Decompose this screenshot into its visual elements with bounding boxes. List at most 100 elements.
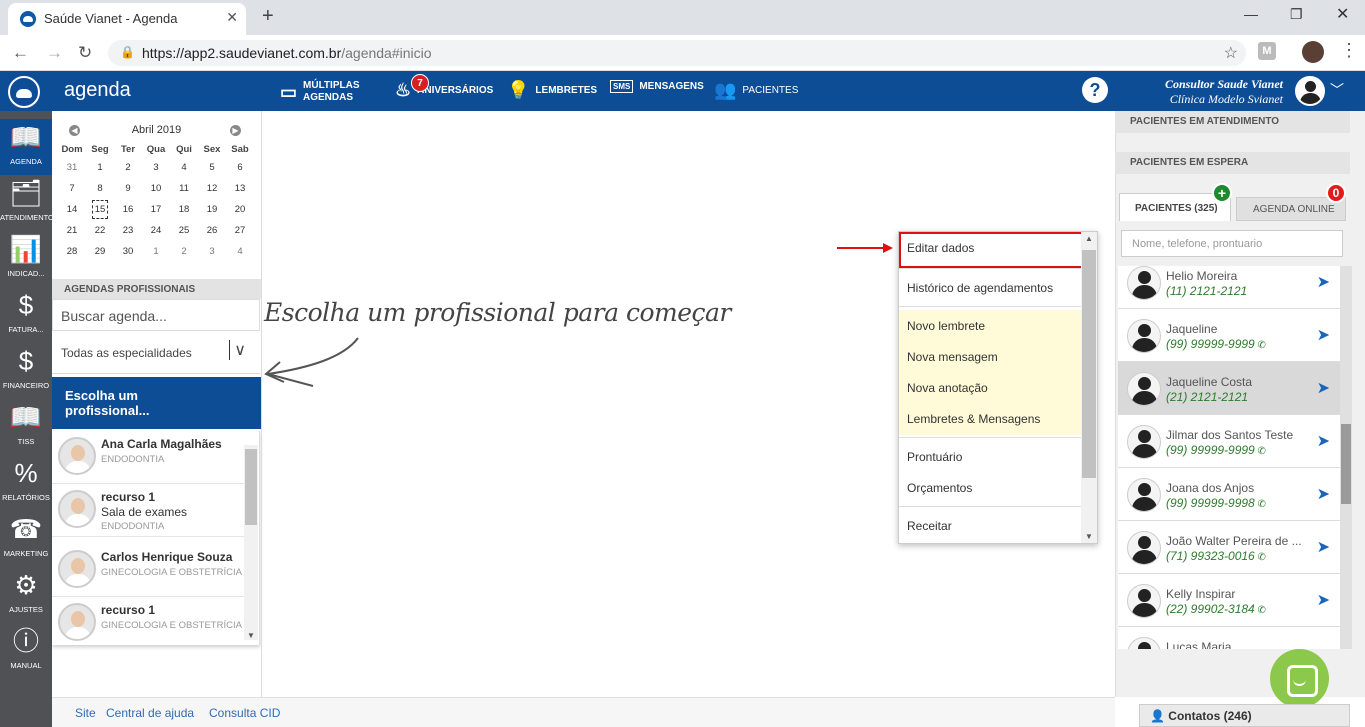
calendar-day[interactable]: 6: [226, 157, 254, 178]
menu-item-lembretes-mensagens[interactable]: Lembretes & Mensagens: [899, 403, 1083, 435]
sidebar-item-tiss[interactable]: 📖 TISS: [0, 399, 52, 455]
scroll-down-icon[interactable]: ▼: [247, 631, 255, 640]
calendar-day[interactable]: 4: [226, 241, 254, 262]
patient-row[interactable]: João Walter Pereira de ... (71) 99323-00…: [1118, 521, 1340, 574]
sidebar-item-relatorios[interactable]: % RELATÓRIOS: [0, 455, 52, 511]
professional-list-scrollbar[interactable]: ▼: [244, 445, 258, 640]
calendar-day[interactable]: 1: [142, 241, 170, 262]
professional-item[interactable]: recurso 1 GINECOLOGIA E OBSTETRÍCIA: [52, 597, 244, 645]
maximize-icon[interactable]: ❐: [1290, 6, 1303, 23]
scroll-up-icon[interactable]: ▲: [1085, 234, 1093, 243]
patient-search-input[interactable]: Nome, telefone, prontuario: [1121, 230, 1343, 257]
new-tab-icon[interactable]: +: [262, 5, 274, 28]
send-icon[interactable]: ➤: [1317, 431, 1330, 451]
nav-mensagens[interactable]: SMS MENSAGENS: [610, 80, 704, 93]
calendar-day[interactable]: 23: [114, 220, 142, 241]
footer-link-cid[interactable]: Consulta CID: [209, 706, 280, 720]
sidebar-item-financeiro[interactable]: $ FINANCEIRO: [0, 343, 52, 399]
menu-item-orcamentos[interactable]: Orçamentos: [899, 472, 1083, 503]
bookmark-star-icon[interactable]: ☆: [1224, 43, 1238, 63]
nav-multiplas-agendas[interactable]: ▭ MÚLTIPLAS AGENDAS: [280, 80, 360, 104]
extension-icon[interactable]: M: [1258, 42, 1276, 60]
send-icon[interactable]: ➤: [1317, 325, 1330, 345]
calendar-day[interactable]: 21: [58, 220, 86, 241]
calendar-day[interactable]: 2: [170, 241, 198, 262]
send-icon[interactable]: ➤: [1317, 484, 1330, 504]
patient-row[interactable]: Jaqueline (99) 99999-9999 ✆ ➤: [1118, 309, 1340, 362]
professional-item[interactable]: recurso 1 Sala de exames ENDODONTIA: [52, 484, 244, 537]
scrollbar-thumb[interactable]: [1082, 250, 1096, 478]
professional-item[interactable]: Ana Carla Magalhães ENDODONTIA: [52, 431, 244, 484]
user-avatar[interactable]: [1295, 76, 1325, 106]
calendar-day[interactable]: 3: [198, 241, 226, 262]
professional-item[interactable]: Carlos Henrique Souza GINECOLOGIA E OBST…: [52, 544, 244, 597]
patient-row[interactable]: Lucas Maria: [1118, 627, 1340, 649]
sidebar-item-faturamento[interactable]: $ FATURA...: [0, 287, 52, 343]
user-chevron-down-icon[interactable]: ﹀: [1330, 80, 1344, 100]
specialty-select[interactable]: Todas as especialidades ∨: [52, 332, 260, 374]
nav-aniversarios[interactable]: ♨ ANIVERSÁRIOS: [395, 80, 493, 101]
calendar-day[interactable]: 8: [86, 178, 114, 199]
patient-list-scrollbar[interactable]: [1340, 266, 1352, 649]
calendar-day[interactable]: 14: [58, 199, 86, 220]
contacts-bar[interactable]: 👤 Contatos (246): [1139, 704, 1350, 727]
send-icon[interactable]: ➤: [1317, 590, 1330, 610]
sidebar-item-marketing[interactable]: ☎ MARKETING: [0, 511, 52, 567]
calendar-day[interactable]: 19: [198, 199, 226, 220]
calendar-day[interactable]: 15: [86, 199, 114, 220]
calendar-day[interactable]: 4: [170, 157, 198, 178]
nav-lembretes[interactable]: 💡 LEMBRETES: [507, 80, 597, 101]
agenda-search-input[interactable]: Buscar agenda...: [52, 299, 260, 331]
calendar-day[interactable]: 17: [142, 199, 170, 220]
send-icon[interactable]: ➤: [1317, 378, 1330, 398]
calendar-day[interactable]: 25: [170, 220, 198, 241]
menu-item-nova-mensagem[interactable]: Nova mensagem: [899, 341, 1083, 372]
calendar-day[interactable]: 9: [114, 178, 142, 199]
user-info[interactable]: Consultor Saude Vianet Clínica Modelo Sv…: [1165, 77, 1283, 107]
menu-item-historico[interactable]: Histórico de agendamentos: [899, 272, 1083, 303]
calendar-day[interactable]: 7: [58, 178, 86, 199]
calendar-day[interactable]: 11: [170, 178, 198, 199]
patient-row-selected[interactable]: Jaqueline Costa (21) 2121-2121 ➤: [1118, 362, 1340, 415]
footer-link-site[interactable]: Site: [75, 706, 96, 720]
calendar-day[interactable]: 24: [142, 220, 170, 241]
send-icon[interactable]: ➤: [1317, 537, 1330, 557]
calendar-day[interactable]: 29: [86, 241, 114, 262]
menu-item-prontuario[interactable]: Prontuário: [899, 441, 1083, 472]
calendar-day[interactable]: 5: [198, 157, 226, 178]
calendar-day[interactable]: 22: [86, 220, 114, 241]
sidebar-item-indicadores[interactable]: 📊 INDICAD...: [0, 231, 52, 287]
patient-row[interactable]: Jilmar dos Santos Teste (99) 99999-9999 …: [1118, 415, 1340, 468]
minimize-icon[interactable]: —: [1244, 6, 1258, 22]
send-icon[interactable]: ➤: [1317, 272, 1330, 292]
patient-row[interactable]: Kelly Inspirar (22) 99902-3184 ✆ ➤: [1118, 574, 1340, 627]
footer-link-help[interactable]: Central de ajuda: [106, 706, 194, 720]
add-patient-plus-icon[interactable]: +: [1212, 183, 1232, 203]
calendar-day[interactable]: 13: [226, 178, 254, 199]
profile-avatar[interactable]: [1302, 41, 1324, 63]
calendar-day[interactable]: 1: [86, 157, 114, 178]
forward-icon[interactable]: →: [46, 43, 63, 63]
reload-icon[interactable]: ↻: [78, 43, 92, 63]
tab-close-icon[interactable]: ✕: [226, 9, 238, 26]
close-window-icon[interactable]: ✕: [1336, 4, 1349, 24]
menu-item-receitar[interactable]: Receitar: [899, 510, 1083, 541]
calendar-day[interactable]: 2: [114, 157, 142, 178]
calendar-day[interactable]: 28: [58, 241, 86, 262]
sidebar-item-ajustes[interactable]: ⚙ AJUSTES: [0, 567, 52, 623]
calendar-day[interactable]: 31: [58, 157, 86, 178]
nav-pacientes[interactable]: 👥 PACIENTES: [714, 80, 798, 101]
sidebar-item-agenda[interactable]: 📖 AGENDA: [0, 119, 52, 175]
scrollbar-thumb[interactable]: [245, 449, 257, 525]
help-button[interactable]: ?: [1082, 77, 1108, 103]
sidebar-item-atendimento[interactable]: 🗂 ATENDIMENTO: [0, 175, 52, 231]
sidebar-item-manual[interactable]: ⓘ MANUAL: [0, 623, 52, 679]
scrollbar-thumb[interactable]: [1341, 424, 1351, 504]
patient-row[interactable]: Joana dos Anjos (99) 99999-9998 ✆ ➤: [1118, 468, 1340, 521]
calendar-day[interactable]: 18: [170, 199, 198, 220]
menu-item-nova-anotacao[interactable]: Nova anotação: [899, 372, 1083, 403]
calendar-day[interactable]: 30: [114, 241, 142, 262]
context-menu-scrollbar[interactable]: ▲ ▼: [1081, 232, 1097, 543]
menu-item-novo-lembrete[interactable]: Novo lembrete: [899, 310, 1083, 341]
waiting-header[interactable]: PACIENTES EM ESPERA: [1115, 152, 1350, 174]
